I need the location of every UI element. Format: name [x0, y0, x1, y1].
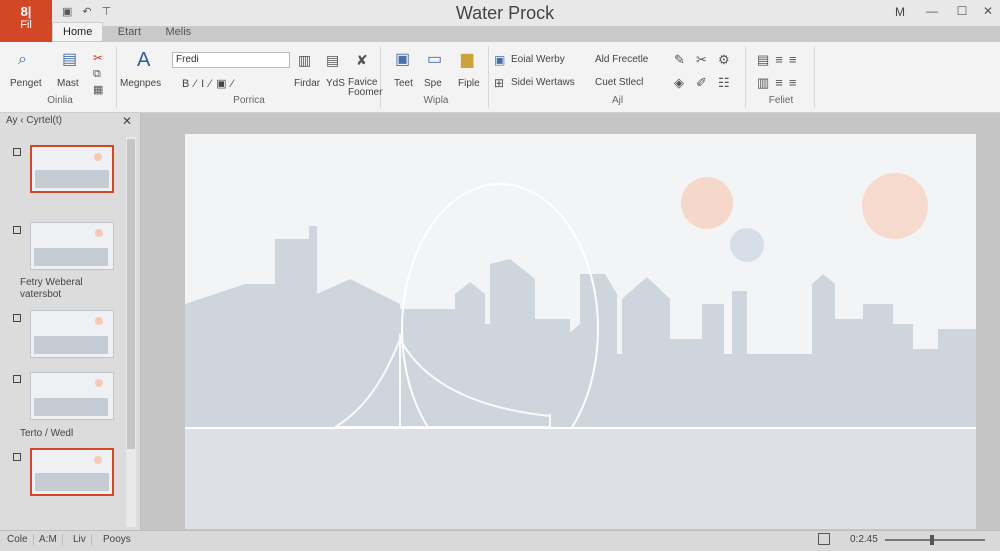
- megnpes-dropdown[interactable]: Megnpes: [120, 78, 161, 89]
- spe-button[interactable]: Spe: [424, 78, 442, 89]
- copy-icon[interactable]: ⧉: [93, 66, 101, 82]
- yds-button[interactable]: YdS: [326, 78, 345, 89]
- cut-icon[interactable]: ✂: [93, 50, 103, 66]
- status-item[interactable]: A:M: [34, 534, 63, 545]
- restore-button[interactable]: ☐: [954, 4, 970, 18]
- pen-icon[interactable]: ✎: [674, 52, 685, 68]
- columns-icon[interactable]: ▤: [326, 52, 339, 68]
- mast-button[interactable]: Mast: [57, 78, 79, 89]
- tab-home[interactable]: Home: [52, 22, 104, 41]
- skyline-shape: [185, 226, 976, 429]
- firdar-button[interactable]: Firdar: [294, 78, 320, 89]
- section-label[interactable]: Terto / Wedl: [20, 428, 73, 440]
- slide-canvas[interactable]: [185, 134, 976, 529]
- group-slides-label: Wipla: [423, 95, 449, 106]
- slide-checkbox[interactable]: [13, 226, 21, 234]
- monitor-icon[interactable]: ▭: [427, 52, 442, 68]
- sidei-wertaws-button[interactable]: Sidei Wertaws: [511, 77, 575, 88]
- group-drawing-label: Ajl: [611, 95, 624, 106]
- ald-frecetle-button[interactable]: Ald Frecetle: [595, 54, 648, 65]
- fit-slide-icon[interactable]: [818, 533, 830, 545]
- slide-checkbox[interactable]: [13, 148, 21, 156]
- font-format-buttons[interactable]: B⁄I⁄▣⁄: [182, 77, 238, 90]
- status-item[interactable]: Cole: [2, 534, 34, 545]
- outline-icon[interactable]: ✐: [696, 75, 707, 91]
- tab-etart[interactable]: Etart: [108, 23, 151, 41]
- pane-header: Ay ‹ Cyrtel(t): [6, 115, 62, 126]
- sun-shape: [681, 177, 733, 229]
- close-button[interactable]: ✕: [980, 4, 996, 18]
- moon-shape: [730, 228, 764, 262]
- slide-checkbox[interactable]: [13, 453, 21, 461]
- status-item[interactable]: Pooys: [98, 534, 136, 545]
- eoial-werby-button[interactable]: Eoial Werby: [511, 54, 565, 65]
- new-slide-icon[interactable]: ▣: [395, 52, 410, 68]
- font-name-input[interactable]: Fredi: [172, 52, 290, 68]
- document-title: Water Prock: [455, 3, 555, 23]
- zoom-level: 0:2.45: [850, 534, 878, 545]
- sun-shape: [862, 173, 928, 239]
- penget-button[interactable]: Penget: [10, 78, 42, 89]
- pane-scrollbar-thumb[interactable]: [127, 139, 135, 449]
- settings-icon[interactable]: ⚙: [718, 52, 730, 68]
- status-item[interactable]: Liv: [68, 534, 92, 545]
- slide-thumbnail[interactable]: [30, 310, 114, 358]
- search-icon[interactable]: ⌕: [18, 52, 27, 68]
- section-label[interactable]: Fetry Weberal vatersbot: [20, 277, 83, 301]
- favice-foomer-button[interactable]: Favice Foomer: [348, 78, 382, 98]
- teet-button[interactable]: Teet: [394, 78, 413, 89]
- minimize-button[interactable]: —: [924, 4, 940, 18]
- clear-format-icon[interactable]: ✘: [356, 52, 368, 68]
- align-icon[interactable]: ▥: [298, 52, 311, 68]
- fill-icon[interactable]: ◈: [674, 75, 684, 91]
- cuet-stlecl-button[interactable]: Cuet Stlecl: [595, 77, 643, 88]
- arrange-icon[interactable]: ⊞: [494, 75, 504, 91]
- slide-checkbox[interactable]: [13, 314, 21, 322]
- zoom-slider[interactable]: [885, 539, 985, 541]
- water-shape: [185, 429, 976, 529]
- file-icon[interactable]: ▆: [461, 52, 473, 68]
- slide-checkbox[interactable]: [13, 375, 21, 383]
- effects-icon[interactable]: ☷: [718, 75, 730, 91]
- paragraph-list-icon[interactable]: ▥≡≡: [757, 75, 802, 91]
- group-editing-label: Feliet: [768, 95, 794, 106]
- tab-melis[interactable]: Melis: [155, 23, 201, 41]
- zoom-slider-knob[interactable]: [930, 535, 934, 545]
- format-painter-icon[interactable]: ▦: [93, 82, 103, 98]
- paste-icon[interactable]: ▤: [62, 52, 77, 68]
- slide-thumbnail[interactable]: [30, 145, 114, 193]
- paragraph-align-icon[interactable]: ▤≡≡: [757, 52, 802, 68]
- user-initial[interactable]: M: [895, 5, 905, 19]
- pane-close-icon[interactable]: ✕: [122, 114, 132, 128]
- slide-thumbnail[interactable]: [30, 372, 114, 420]
- fiple-button[interactable]: Fiple: [458, 78, 480, 89]
- cityscape-illustration: [185, 173, 976, 529]
- slide-thumbnail[interactable]: [30, 448, 114, 496]
- ribbon-tabs: Home Etart Melis: [52, 22, 201, 42]
- shape-icon[interactable]: ▣: [494, 52, 505, 68]
- scissors-icon[interactable]: ✂: [696, 52, 707, 68]
- slide-thumbnail[interactable]: [30, 222, 114, 270]
- group-font-label: Porrica: [233, 95, 265, 106]
- font-style-icon[interactable]: A: [137, 50, 150, 70]
